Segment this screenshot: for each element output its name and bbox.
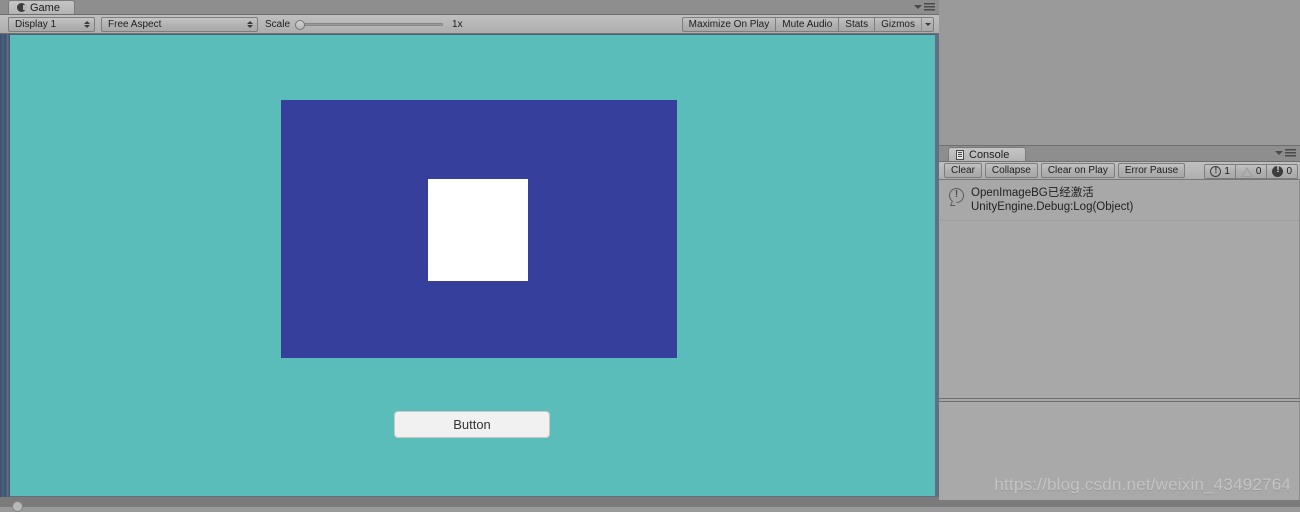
- game-view-toolbar: Display 1 Free Aspect Scale 1x Maximize …: [0, 15, 939, 34]
- unity-editor-window: Game Display 1 Free Aspect Scale 1x Maxi…: [0, 0, 1300, 512]
- updown-arrows-icon: [247, 21, 253, 28]
- log-entry-text: OpenImageBG已经激活 UnityEngine.Debug:Log(Ob…: [971, 187, 1133, 214]
- hamburger-menu-icon: [1285, 149, 1296, 157]
- display-dropdown-value: Display 1: [15, 19, 57, 30]
- white-image-element: [428, 179, 528, 281]
- chevron-down-icon: [924, 23, 931, 26]
- empty-dock-area: [939, 0, 1300, 146]
- chevron-down-icon: [1275, 151, 1283, 155]
- scale-label: Scale: [265, 19, 291, 30]
- error-icon: [1272, 163, 1284, 177]
- scale-slider[interactable]: [295, 17, 444, 32]
- game-view-left-rail: [0, 34, 10, 497]
- info-icon: [1210, 164, 1222, 177]
- scale-value: 1x: [452, 19, 463, 30]
- game-panel-options-menu[interactable]: [914, 3, 935, 11]
- warning-icon: [1240, 166, 1253, 177]
- gizmos-button[interactable]: Gizmos: [874, 17, 922, 32]
- log-message: OpenImageBG已经激活: [971, 187, 1094, 199]
- error-count-toggle[interactable]: 0: [1266, 163, 1298, 179]
- error-pause-button[interactable]: Error Pause: [1117, 163, 1186, 178]
- stats-button[interactable]: Stats: [838, 17, 876, 32]
- warning-count-toggle[interactable]: 0: [1234, 164, 1268, 179]
- game-view-panel: Game Display 1 Free Aspect Scale 1x Maxi…: [0, 0, 939, 512]
- display-dropdown[interactable]: Display 1: [8, 17, 95, 32]
- info-count-toggle[interactable]: 1: [1204, 164, 1236, 179]
- info-count-value: 1: [1224, 166, 1230, 177]
- maximize-on-play-button[interactable]: Maximize On Play: [681, 17, 777, 32]
- console-panel-tabstrip: Console: [939, 146, 1300, 162]
- game-panel-tabstrip: Game: [0, 0, 939, 15]
- scale-slider-track: [295, 23, 444, 26]
- game-view-frame: Button: [0, 34, 939, 497]
- console-list-icon: [956, 149, 964, 160]
- tab-game-label: Game: [30, 1, 60, 14]
- scale-slider-thumb[interactable]: [295, 20, 306, 30]
- mute-audio-button[interactable]: Mute Audio: [775, 17, 840, 32]
- right-status-strip: [939, 500, 1300, 507]
- watermark-text: https://blog.csdn.net/weixin_43492764: [994, 475, 1291, 494]
- console-message-counters: 1 0 0: [1204, 163, 1298, 179]
- tab-console[interactable]: Console: [948, 147, 1027, 161]
- error-count-value: 0: [1286, 166, 1292, 177]
- clear-button[interactable]: Clear: [944, 163, 982, 178]
- console-detail-pane[interactable]: https://blog.csdn.net/weixin_43492764: [939, 402, 1300, 507]
- console-toolbar: Clear Collapse Clear on Play Error Pause…: [939, 162, 1300, 180]
- console-panel: Console Clear Collapse Clear on Play Err…: [939, 146, 1300, 507]
- log-entry[interactable]: OpenImageBG已经激活 UnityEngine.Debug:Log(Ob…: [939, 181, 1299, 221]
- aspect-ratio-dropdown[interactable]: Free Aspect: [101, 17, 258, 32]
- chevron-down-icon: [914, 5, 922, 9]
- tab-console-label: Console: [969, 148, 1010, 161]
- log-stacktrace: UnityEngine.Debug:Log(Object): [971, 201, 1134, 213]
- aspect-ratio-value: Free Aspect: [108, 19, 162, 30]
- info-log-icon: [949, 188, 964, 203]
- game-controller-icon: [17, 3, 27, 12]
- tab-game[interactable]: Game: [8, 0, 75, 14]
- scale-control-group: Scale 1x: [265, 17, 463, 32]
- game-toolbar-right-group: Maximize On Play Mute Audio Stats Gizmos: [681, 17, 934, 32]
- editor-status-bar: [0, 497, 939, 507]
- game-render-surface[interactable]: Button: [10, 34, 935, 496]
- updown-arrows-icon: [84, 21, 90, 28]
- console-log-list[interactable]: OpenImageBG已经激活 UnityEngine.Debug:Log(Ob…: [939, 181, 1300, 398]
- clear-on-play-button[interactable]: Clear on Play: [1040, 163, 1115, 178]
- warning-count-value: 0: [1255, 166, 1262, 177]
- console-panel-options-menu[interactable]: [1275, 149, 1296, 157]
- ingame-button[interactable]: Button: [394, 411, 550, 438]
- collapse-button[interactable]: Collapse: [984, 163, 1038, 178]
- right-dock-column: Console Clear Collapse Clear on Play Err…: [939, 0, 1300, 507]
- gizmos-dropdown-button[interactable]: [921, 17, 934, 32]
- hamburger-menu-icon: [924, 3, 935, 11]
